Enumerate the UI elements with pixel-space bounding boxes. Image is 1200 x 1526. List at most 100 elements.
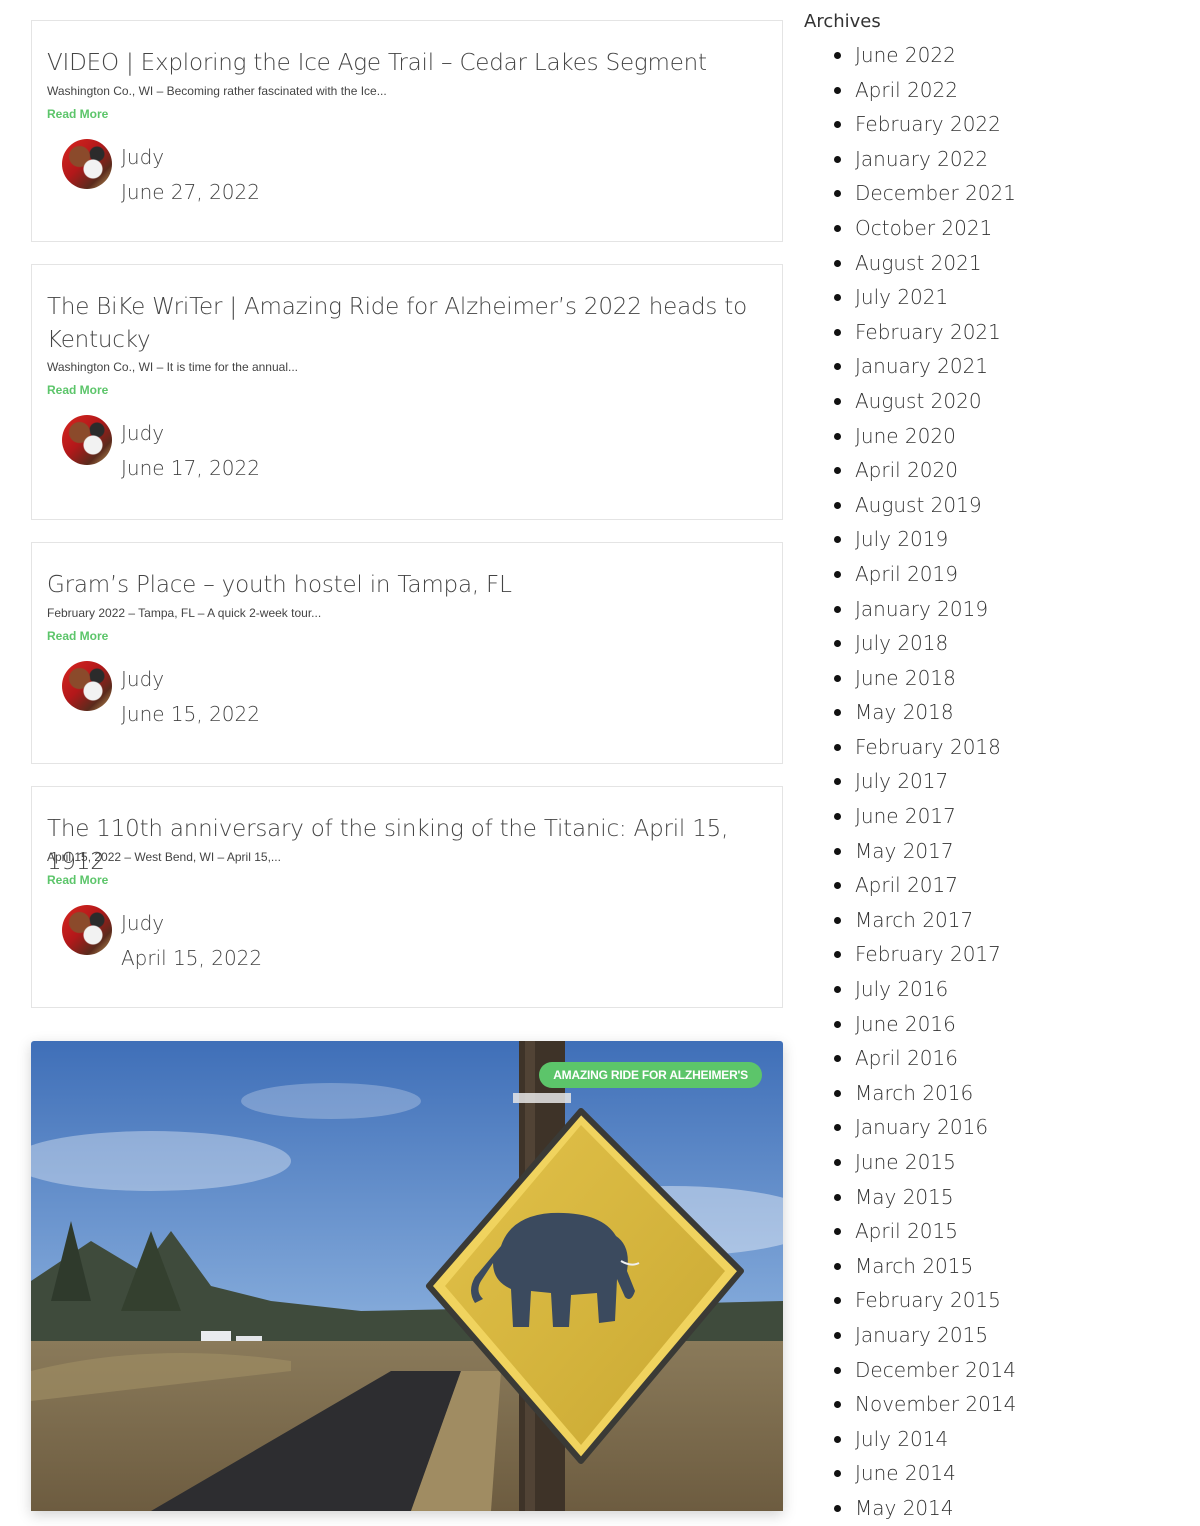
archive-link[interactable]: January 2022 xyxy=(855,147,988,171)
featured-post-image[interactable]: AMAZING RIDE FOR ALZHEIMER'S xyxy=(31,1041,783,1511)
sidebar: Archives June 2022 April 2022 February 202… xyxy=(804,10,1184,1526)
mammoth-sign-photo xyxy=(31,1041,783,1511)
author-name[interactable]: Judy xyxy=(121,911,164,935)
archive-link[interactable]: December 2021 xyxy=(855,181,1016,205)
archive-link[interactable]: June 2020 xyxy=(855,424,956,448)
archive-item: January 2015 xyxy=(804,1318,1184,1353)
archive-item: June 2017 xyxy=(804,799,1184,834)
post-card: The 110th anniversary of the sinking of … xyxy=(31,786,783,1008)
author-avatar[interactable] xyxy=(62,905,112,955)
archive-link[interactable]: June 2015 xyxy=(855,1150,956,1174)
archive-item: February 2017 xyxy=(804,937,1184,972)
read-more-link[interactable]: Read More xyxy=(47,107,108,121)
archive-link[interactable]: July 2021 xyxy=(855,285,948,309)
archive-item: April 2019 xyxy=(804,557,1184,592)
author-avatar[interactable] xyxy=(62,415,112,465)
archive-link[interactable]: July 2014 xyxy=(855,1427,948,1451)
post-title[interactable]: The BiKe WriTer | Amazing Ride for Alzhe… xyxy=(47,291,767,357)
archive-item: August 2019 xyxy=(804,488,1184,523)
archive-link[interactable]: February 2022 xyxy=(855,112,1001,136)
archive-link[interactable]: July 2018 xyxy=(855,631,948,655)
post-card: The BiKe WriTer | Amazing Ride for Alzhe… xyxy=(31,264,783,520)
archive-item: February 2015 xyxy=(804,1283,1184,1318)
post-card: VIDEO | Exploring the Ice Age Trail – Ce… xyxy=(31,20,783,242)
archive-link[interactable]: April 2016 xyxy=(855,1046,958,1070)
archive-link[interactable]: February 2015 xyxy=(855,1288,1001,1312)
archive-item: June 2022 xyxy=(804,38,1184,73)
archive-link[interactable]: June 2018 xyxy=(855,666,956,690)
archive-item: April 2022 xyxy=(804,73,1184,108)
archive-link[interactable]: January 2015 xyxy=(855,1323,988,1347)
archive-item: December 2021 xyxy=(804,176,1184,211)
archive-link[interactable]: August 2020 xyxy=(855,389,982,413)
archive-item: July 2019 xyxy=(804,522,1184,557)
archive-link[interactable]: August 2021 xyxy=(855,251,982,275)
archive-item: May 2018 xyxy=(804,695,1184,730)
archive-link[interactable]: June 2022 xyxy=(855,43,956,67)
archive-link[interactable]: August 2019 xyxy=(855,493,982,517)
archive-link[interactable]: April 2020 xyxy=(855,458,958,482)
post-title[interactable]: The 110th anniversary of the sinking of … xyxy=(47,813,767,879)
archive-link[interactable]: April 2019 xyxy=(855,562,958,586)
archive-item: February 2022 xyxy=(804,107,1184,142)
archive-item: January 2021 xyxy=(804,349,1184,384)
archive-item: February 2018 xyxy=(804,730,1184,765)
archive-link[interactable]: June 2014 xyxy=(855,1461,956,1485)
archive-link[interactable]: July 2017 xyxy=(855,769,948,793)
archive-item: April 2020 xyxy=(804,453,1184,488)
archive-link[interactable]: February 2018 xyxy=(855,735,1001,759)
archive-item: November 2014 xyxy=(804,1387,1184,1422)
read-more-link[interactable]: Read More xyxy=(47,383,108,397)
archive-link[interactable]: May 2017 xyxy=(855,839,954,863)
author-name[interactable]: Judy xyxy=(121,421,164,445)
archive-link[interactable]: May 2015 xyxy=(855,1185,954,1209)
archive-link[interactable]: January 2019 xyxy=(855,597,988,621)
archive-item: October 2021 xyxy=(804,211,1184,246)
archive-link[interactable]: December 2014 xyxy=(855,1358,1016,1382)
archive-item: July 2021 xyxy=(804,280,1184,315)
archive-link[interactable]: March 2016 xyxy=(855,1081,973,1105)
archive-item: July 2014 xyxy=(804,1422,1184,1457)
archive-link[interactable]: April 2015 xyxy=(855,1219,958,1243)
archive-item: March 2016 xyxy=(804,1076,1184,1111)
category-tag[interactable]: AMAZING RIDE FOR ALZHEIMER'S xyxy=(539,1062,762,1088)
archive-link[interactable]: January 2016 xyxy=(855,1115,988,1139)
archive-link[interactable]: March 2017 xyxy=(855,908,973,932)
post-date: June 27, 2022 xyxy=(121,180,260,204)
archive-link[interactable]: July 2019 xyxy=(855,527,948,551)
archive-item: August 2021 xyxy=(804,246,1184,281)
archive-link[interactable]: October 2021 xyxy=(855,216,992,240)
archive-item: July 2016 xyxy=(804,972,1184,1007)
read-more-link[interactable]: Read More xyxy=(47,873,108,887)
archive-item: April 2016 xyxy=(804,1041,1184,1076)
archive-link[interactable]: July 2016 xyxy=(855,977,948,1001)
author-avatar[interactable] xyxy=(62,661,112,711)
post-list: VIDEO | Exploring the Ice Age Trail – Ce… xyxy=(31,20,783,1030)
archive-item: May 2015 xyxy=(804,1180,1184,1215)
author-name[interactable]: Judy xyxy=(121,667,164,691)
archives-heading: Archives xyxy=(804,11,881,32)
post-excerpt: February 2022 – Tampa, FL – A quick 2-we… xyxy=(47,606,322,620)
archive-link[interactable]: June 2017 xyxy=(855,804,956,828)
author-avatar[interactable] xyxy=(62,139,112,189)
archive-item: January 2019 xyxy=(804,592,1184,627)
archive-item: June 2015 xyxy=(804,1145,1184,1180)
post-title[interactable]: VIDEO | Exploring the Ice Age Trail – Ce… xyxy=(47,47,767,80)
archive-link[interactable]: November 2014 xyxy=(855,1392,1016,1416)
archive-link[interactable]: February 2021 xyxy=(855,320,1001,344)
archive-item: July 2018 xyxy=(804,626,1184,661)
post-excerpt: April 15, 2022 – West Bend, WI – April 1… xyxy=(47,850,281,864)
archive-link[interactable]: March 2015 xyxy=(855,1254,973,1278)
author-name[interactable]: Judy xyxy=(121,145,164,169)
archive-link[interactable]: June 2016 xyxy=(855,1012,956,1036)
post-title[interactable]: Gram’s Place – youth hostel in Tampa, FL xyxy=(47,569,767,602)
read-more-link[interactable]: Read More xyxy=(47,629,108,643)
archive-item: December 2014 xyxy=(804,1353,1184,1388)
archive-link[interactable]: April 2017 xyxy=(855,873,958,897)
archive-link[interactable]: April 2022 xyxy=(855,78,958,102)
archive-item: February 2021 xyxy=(804,315,1184,350)
archive-link[interactable]: February 2017 xyxy=(855,942,1001,966)
archive-item: April 2017 xyxy=(804,868,1184,903)
archive-link[interactable]: January 2021 xyxy=(855,354,988,378)
archive-link[interactable]: May 2018 xyxy=(855,700,954,724)
